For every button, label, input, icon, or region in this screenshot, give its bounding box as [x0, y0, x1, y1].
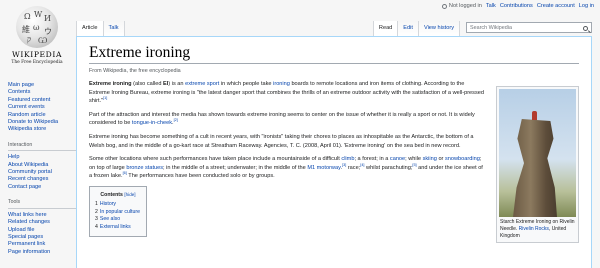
- page-title: Extreme ironing: [89, 44, 579, 64]
- article-image-thumbnail: Starch Extreme Ironing on Rivelin Needle…: [496, 86, 579, 243]
- link-extreme-sport[interactable]: extreme sport: [185, 81, 219, 87]
- toc-item-external-links[interactable]: 4 External links: [95, 224, 141, 232]
- sidebar-heading-tools: Tools: [8, 199, 78, 209]
- link-m1-motorway[interactable]: M1 motorway: [307, 165, 340, 171]
- table-of-contents: Contents [hide] 1 History 2 In popular cul…: [89, 185, 147, 237]
- link-canoe[interactable]: canoe: [390, 156, 405, 162]
- toc-title: Contents: [100, 191, 123, 198]
- sidebar-item-what-links-here[interactable]: What links here: [8, 212, 78, 219]
- search-input[interactable]: Search Wikipedia: [466, 22, 592, 33]
- log-in-link[interactable]: Log in: [579, 3, 594, 9]
- paragraph-attraction: Part of the attraction and interest the …: [89, 111, 485, 128]
- sidebar-item-recent-changes[interactable]: Recent changes: [8, 176, 78, 183]
- toc-link[interactable]: In popular culture: [100, 209, 140, 215]
- toc-number: 2: [95, 208, 98, 215]
- text: or: [436, 156, 445, 163]
- paragraph-locations: Some other locations where such performa…: [89, 155, 485, 181]
- sidebar-tools-section: What links here Related changes Upload f…: [8, 212, 78, 256]
- toc-item-see-also[interactable]: 3 See also: [95, 216, 141, 224]
- link-ironing[interactable]: ironing: [273, 81, 290, 87]
- toc-number: 4: [95, 224, 98, 231]
- view-tabs: Read Edit View history Search Wikipedia: [372, 21, 592, 36]
- sidebar: Main page Contents Featured content Curr…: [8, 82, 78, 256]
- sidebar-item-main-page[interactable]: Main page: [8, 82, 78, 89]
- sidebar-item-donate[interactable]: Donate to Wikipedia: [8, 119, 78, 126]
- paragraph-cult: Extreme ironing has become something of …: [89, 133, 485, 150]
- sidebar-item-special-pages[interactable]: Special pages: [8, 234, 78, 241]
- link-snowboarding[interactable]: snowboarding: [445, 156, 480, 162]
- user-icon: [441, 3, 447, 9]
- image-caption: Starch Extreme Ironing on Rivelin Needle…: [499, 219, 576, 240]
- text: ; in the middle of a street; underwater;…: [163, 164, 308, 171]
- wikipedia-logo[interactable]: Ω W И 維 ω ウ ק Ѡ WIKIPEDIA The Free Encyc…: [8, 6, 66, 74]
- not-logged-in: Not logged in: [441, 3, 482, 9]
- sidebar-interaction-section: Help About Wikipedia Community portal Re…: [8, 154, 78, 191]
- toc-link[interactable]: See also: [100, 216, 120, 222]
- toc-number: 1: [95, 200, 98, 207]
- link-climb[interactable]: climb: [341, 156, 354, 162]
- create-account-link[interactable]: Create account: [537, 3, 575, 9]
- text: ) is an: [168, 81, 186, 87]
- search-icon[interactable]: [583, 25, 588, 31]
- text: (also called: [131, 81, 163, 87]
- toc-header: Contents [hide]: [95, 191, 141, 200]
- not-logged-in-label: Not logged in: [448, 3, 482, 9]
- puzzle-globe-icon: Ω W И 維 ω ウ ק Ѡ: [16, 6, 58, 48]
- sidebar-item-wikipedia-store[interactable]: Wikipedia store: [8, 126, 78, 133]
- text: ; a forest; in a: [354, 156, 390, 163]
- sidebar-item-upload-file[interactable]: Upload file: [8, 227, 78, 234]
- talk-link[interactable]: Talk: [486, 3, 496, 9]
- contributions-link[interactable]: Contributions: [500, 3, 533, 9]
- personal-tools: Not logged in Talk Contributions Create …: [441, 3, 594, 9]
- text: The performances have been conducted sol…: [126, 173, 275, 180]
- tab-edit[interactable]: Edit: [397, 21, 418, 36]
- link-bronze-statues[interactable]: bronze statues: [126, 165, 163, 171]
- tab-read[interactable]: Read: [372, 21, 398, 36]
- ironing-person: [532, 111, 537, 120]
- sidebar-item-contact-page[interactable]: Contact page: [8, 184, 78, 191]
- text: in which people take: [219, 81, 274, 87]
- link-rivelin-rocks[interactable]: Rivelin Rocks: [519, 226, 549, 232]
- text: race;: [346, 164, 361, 171]
- reference-2[interactable]: [2]: [174, 119, 178, 123]
- toc-number: 3: [95, 216, 98, 223]
- namespace-tabs: Article Talk: [76, 21, 125, 36]
- reference-1[interactable]: [1]: [103, 96, 107, 100]
- sidebar-item-about[interactable]: About Wikipedia: [8, 162, 78, 169]
- sidebar-item-random-article[interactable]: Random article: [8, 112, 78, 119]
- sidebar-item-contents[interactable]: Contents: [8, 89, 78, 96]
- logo-tagline: The Free Encyclopedia: [11, 60, 63, 65]
- rock-pinnacle: [513, 119, 557, 217]
- toc-item-history[interactable]: 1 History: [95, 201, 141, 209]
- bold-term: Extreme ironing: [89, 81, 132, 87]
- toc-link[interactable]: External links: [100, 224, 131, 230]
- logo-wordmark: WIKIPEDIA: [11, 50, 63, 59]
- tab-view-history[interactable]: View history: [417, 21, 460, 36]
- search-placeholder: Search Wikipedia: [470, 25, 512, 31]
- sidebar-item-permanent-link[interactable]: Permanent link: [8, 241, 78, 248]
- rivelin-needle-photo[interactable]: [499, 89, 576, 217]
- text: whilst parachuting;: [364, 164, 413, 171]
- article-content: Extreme ironing From Wikipedia, the free…: [76, 36, 592, 268]
- toc-hide-toggle[interactable]: [hide]: [124, 192, 135, 197]
- tab-article[interactable]: Article: [76, 21, 103, 36]
- toc-link[interactable]: History: [100, 201, 116, 207]
- sidebar-item-page-information[interactable]: Page information: [8, 249, 78, 256]
- site-subtitle: From Wikipedia, the free encyclopedia: [89, 68, 181, 74]
- link-tongue-in-cheek[interactable]: tongue-in-cheek: [132, 120, 172, 126]
- sidebar-heading-interaction: Interaction: [8, 142, 78, 152]
- text: Some other locations where such performa…: [89, 156, 342, 163]
- sidebar-item-community-portal[interactable]: Community portal: [8, 169, 78, 176]
- sidebar-item-current-events[interactable]: Current events: [8, 104, 78, 111]
- sidebar-main-section: Main page Contents Featured content Curr…: [8, 82, 78, 134]
- sidebar-item-featured-content[interactable]: Featured content: [8, 97, 78, 104]
- text: Extreme ironing has become something of …: [89, 133, 474, 149]
- sidebar-item-help[interactable]: Help: [8, 154, 78, 161]
- text: ; while: [405, 156, 423, 163]
- toc-item-popular-culture[interactable]: 2 In popular culture: [95, 209, 141, 217]
- sidebar-item-related-changes[interactable]: Related changes: [8, 219, 78, 226]
- tab-talk[interactable]: Talk: [102, 21, 125, 36]
- link-skiing[interactable]: skiing: [423, 156, 437, 162]
- paragraph-intro: Extreme ironing (also called EI) is an e…: [89, 80, 485, 106]
